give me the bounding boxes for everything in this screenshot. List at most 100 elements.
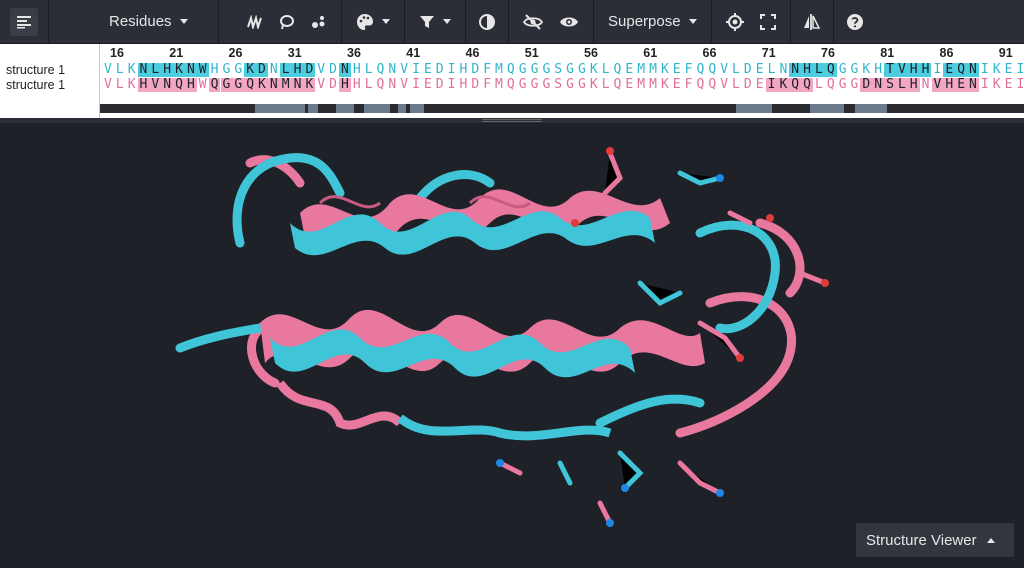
row2-residue[interactable]: I — [1014, 78, 1024, 92]
row2-residue[interactable]: L — [363, 78, 375, 92]
row2-residue[interactable]: H — [907, 78, 920, 92]
row1-residue[interactable]: F — [683, 63, 695, 77]
row1-residue[interactable]: G — [232, 63, 244, 77]
row1-residue[interactable]: K — [173, 63, 185, 77]
row1-residue[interactable]: N — [777, 63, 789, 77]
compare-button[interactable] — [803, 8, 821, 36]
row1-residue[interactable]: H — [907, 63, 920, 77]
row1-residue[interactable]: K — [860, 63, 872, 77]
row2-residue[interactable]: I — [765, 78, 778, 92]
row1-residue[interactable]: K — [659, 63, 671, 77]
residues-dropdown[interactable]: Residues — [109, 8, 188, 36]
row2-residue[interactable]: E — [623, 78, 635, 92]
row1-residue[interactable]: V — [398, 63, 410, 77]
row2-residue[interactable]: G — [564, 78, 576, 92]
row1-residue[interactable]: K — [244, 63, 257, 77]
row1-residue[interactable]: G — [517, 63, 529, 77]
row2-residue[interactable]: W — [197, 78, 209, 92]
row2-residue[interactable]: L — [895, 78, 908, 92]
row1-residue[interactable]: L — [114, 63, 126, 77]
row1-residue[interactable]: N — [967, 63, 979, 77]
row2-residue[interactable]: Q — [801, 78, 813, 92]
row1-residue[interactable]: D — [327, 63, 339, 77]
row2-residue[interactable]: K — [659, 78, 671, 92]
row2-residue[interactable]: Q — [244, 78, 257, 92]
row2-residue[interactable]: N — [920, 78, 932, 92]
row2-residue[interactable]: E — [671, 78, 683, 92]
cartoon-representation-button[interactable] — [247, 8, 263, 36]
row2-residue[interactable]: Q — [208, 78, 221, 92]
row2-residue[interactable]: S — [552, 78, 564, 92]
row2-residue[interactable]: Q — [706, 78, 718, 92]
row2-residue[interactable]: E — [955, 78, 968, 92]
row1-residue[interactable]: L — [600, 63, 612, 77]
row1-residue[interactable]: K — [126, 63, 138, 77]
row2-residue[interactable]: K — [303, 78, 316, 92]
row1-residue[interactable]: H — [351, 63, 363, 77]
row1-residue[interactable]: H — [872, 63, 884, 77]
row1-residue[interactable]: M — [647, 63, 659, 77]
ball-stick-representation-button[interactable] — [311, 8, 327, 36]
fullscreen-button[interactable] — [759, 8, 776, 36]
row1-residue[interactable]: L — [730, 63, 742, 77]
row1-residue[interactable]: L — [766, 63, 778, 77]
row2-residue[interactable]: Q — [612, 78, 624, 92]
row2-residue[interactable]: V — [315, 78, 327, 92]
row2-residue[interactable]: L — [114, 78, 126, 92]
row2-residue[interactable]: N — [161, 78, 174, 92]
row2-residue[interactable]: Q — [375, 78, 387, 92]
row1-residue[interactable]: K — [991, 63, 1003, 77]
row1-residue[interactable]: E — [754, 63, 766, 77]
row2-residue[interactable]: N — [967, 78, 979, 92]
row2-residue[interactable]: L — [600, 78, 612, 92]
row1-residue[interactable]: G — [221, 63, 233, 77]
row2-residue[interactable]: S — [884, 78, 896, 92]
sequence-panel[interactable]: 16 21 26 31 36 41 46 51 56 61 66 71 76 81 86 91 structu… — [0, 44, 1024, 118]
structure-viewer-canvas[interactable]: Structure Viewer — [0, 123, 1024, 568]
row2-residue[interactable]: G — [540, 78, 552, 92]
row2-residue[interactable]: K — [588, 78, 600, 92]
color-scheme-dropdown[interactable] — [356, 8, 390, 36]
row1-residue[interactable]: K — [588, 63, 600, 77]
row2-residue[interactable]: G — [220, 78, 233, 92]
row1-residue[interactable]: I — [1014, 63, 1024, 77]
row1-residue[interactable]: H — [919, 63, 932, 77]
row2-residue[interactable]: F — [481, 78, 493, 92]
row1-residue[interactable]: D — [742, 63, 754, 77]
row2-residue[interactable]: V — [718, 78, 730, 92]
row1-residue[interactable]: H — [291, 63, 304, 77]
row1-residue[interactable]: T — [884, 63, 896, 77]
row2-residue[interactable]: G — [849, 78, 861, 92]
row1-residue[interactable]: G — [540, 63, 552, 77]
row1-residue[interactable]: H — [458, 63, 470, 77]
row2-residue[interactable]: E — [754, 78, 766, 92]
row2-residue[interactable]: V — [931, 78, 944, 92]
row1-residue[interactable]: Q — [824, 63, 837, 77]
row1-residue[interactable]: E — [671, 63, 683, 77]
row2-residue[interactable]: E — [1003, 78, 1015, 92]
row1-residue[interactable]: M — [493, 63, 505, 77]
row2-residue[interactable]: D — [860, 78, 873, 92]
row2-residue[interactable]: G — [529, 78, 541, 92]
row2-residue[interactable]: Q — [789, 78, 802, 92]
row1-residue[interactable]: Q — [612, 63, 624, 77]
row1-residue[interactable]: V — [895, 63, 908, 77]
row2-residue[interactable]: E — [422, 78, 434, 92]
row1-residue[interactable]: N — [339, 63, 351, 77]
row2-residue[interactable]: H — [943, 78, 956, 92]
row2-residue[interactable]: Q — [695, 78, 707, 92]
structure-viewer-menu-button[interactable]: Structure Viewer — [856, 523, 1014, 557]
row1-residue[interactable]: L — [363, 63, 375, 77]
contrast-toggle-button[interactable] — [478, 8, 496, 36]
row1-residue[interactable]: I — [410, 63, 422, 77]
row1-residue[interactable]: I — [979, 63, 991, 77]
row1-residue[interactable]: Q — [375, 63, 387, 77]
row1-residue[interactable]: D — [434, 63, 446, 77]
row1-residue[interactable]: L — [813, 63, 825, 77]
row1-residue[interactable]: Q — [505, 63, 517, 77]
protein-structure-render[interactable] — [0, 123, 1024, 568]
row1-residue[interactable]: E — [422, 63, 434, 77]
row1-residue[interactable]: F — [481, 63, 493, 77]
row2-residue[interactable]: Q — [173, 78, 185, 92]
row1-residue[interactable]: G — [837, 63, 849, 77]
